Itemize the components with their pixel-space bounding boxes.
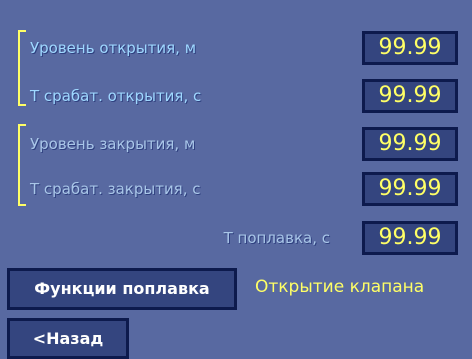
status-text: Открытие клапана — [255, 277, 425, 297]
float-time-value[interactable]: 99.99 — [362, 221, 458, 255]
float-functions-button[interactable]: Функции поплавка — [7, 268, 237, 310]
open-delay-label: Т срабат. открытия, с — [30, 87, 202, 105]
close-delay-value[interactable]: 99.99 — [362, 172, 458, 206]
open-group-bracket — [18, 30, 26, 106]
open-level-value[interactable]: 99.99 — [362, 31, 458, 65]
close-level-label: Уровень закрытия, м — [30, 135, 196, 153]
back-button[interactable]: <Назад — [7, 318, 129, 359]
close-group-bracket — [18, 124, 26, 206]
close-level-value[interactable]: 99.99 — [362, 127, 458, 161]
float-time-label: Т поплавка, с — [223, 229, 330, 247]
open-level-label: Уровень открытия, м — [30, 39, 197, 57]
open-delay-value[interactable]: 99.99 — [362, 79, 458, 113]
close-delay-label: Т срабат. закрытия, с — [30, 180, 201, 198]
